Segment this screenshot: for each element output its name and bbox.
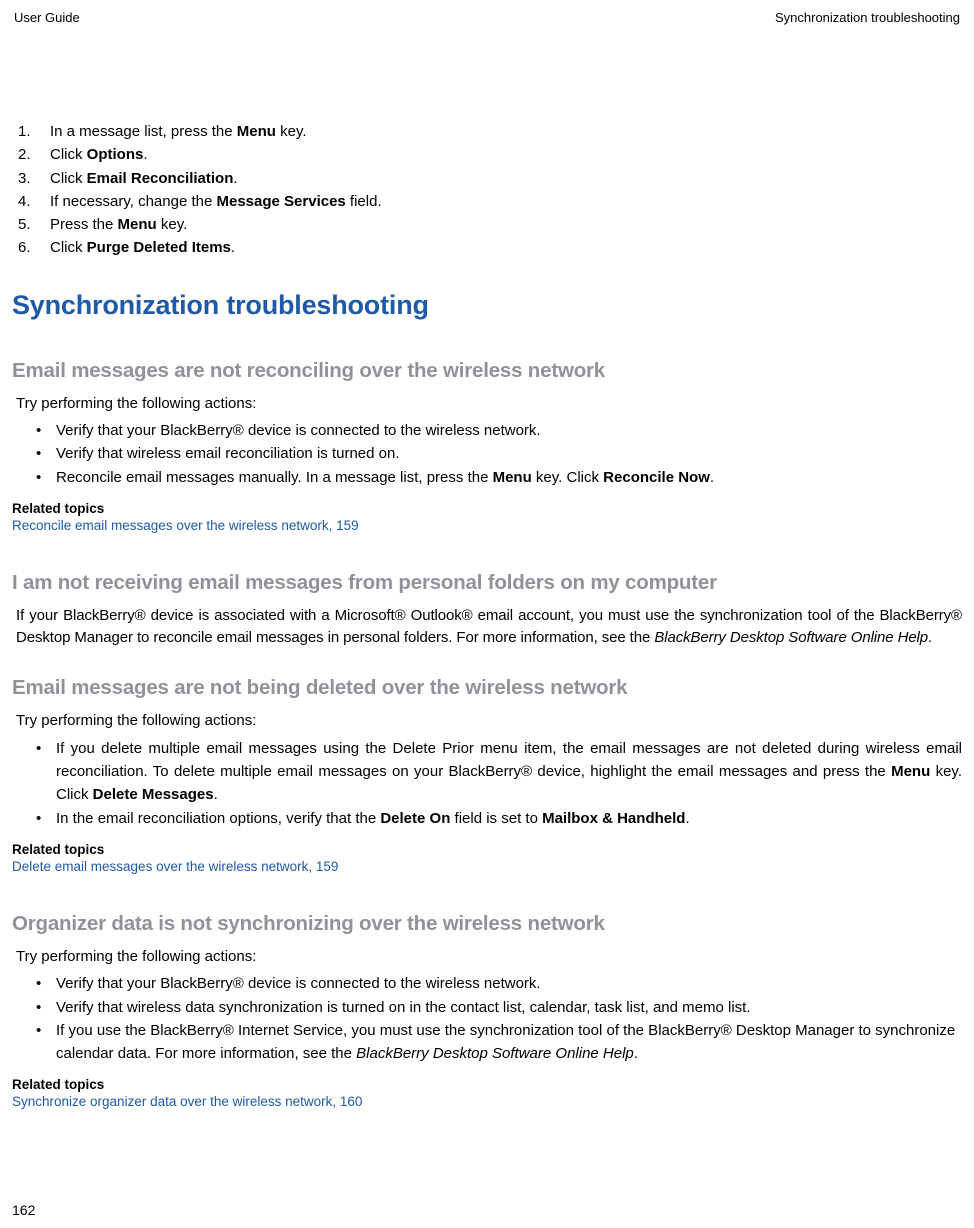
numbered-steps: 1. In a message list, press the Menu key… <box>12 120 962 260</box>
related-topics-label: Related topics <box>12 842 962 857</box>
step-number: 3. <box>18 167 50 190</box>
bullet-icon: • <box>36 419 56 442</box>
step-text: Click Email Reconciliation. <box>50 167 238 190</box>
content-area: 1. In a message list, press the Menu key… <box>12 25 962 1109</box>
bullet-icon: • <box>36 807 56 830</box>
header-left: User Guide <box>14 10 80 25</box>
bullet-text: Verify that your BlackBerry® device is c… <box>56 972 541 995</box>
bullet-icon: • <box>36 442 56 465</box>
page: User Guide Synchronization troubleshooti… <box>0 0 974 1228</box>
step-text: Click Purge Deleted Items. <box>50 236 235 259</box>
section-paragraph: If your BlackBerry® device is associated… <box>16 605 962 649</box>
bullet-text: Reconcile email messages manually. In a … <box>56 466 714 489</box>
subsection-heading: I am not receiving email messages from p… <box>12 571 962 595</box>
list-item: •In the email reconciliation options, ve… <box>16 807 962 830</box>
step-number: 6. <box>18 236 50 259</box>
step-text: Click Options. <box>50 143 148 166</box>
related-topics-label: Related topics <box>12 501 962 516</box>
related-topics-link[interactable]: Delete email messages over the wireless … <box>12 859 962 874</box>
bullet-text: If you use the BlackBerry® Internet Serv… <box>56 1019 962 1066</box>
step-number: 2. <box>18 143 50 166</box>
subsection-heading: Email messages are not reconciling over … <box>12 359 962 383</box>
list-item: •Verify that your BlackBerry® device is … <box>16 419 962 442</box>
list-item: •If you use the BlackBerry® Internet Ser… <box>16 1019 962 1066</box>
bullet-icon: • <box>36 1019 56 1066</box>
list-item: •Verify that wireless data synchronizati… <box>16 996 962 1019</box>
subsection-heading: Email messages are not being deleted ove… <box>12 676 962 700</box>
bullet-list: •Verify that your BlackBerry® device is … <box>16 972 962 1065</box>
step-text: If necessary, change the Message Service… <box>50 190 382 213</box>
list-item: •Verify that wireless email reconciliati… <box>16 442 962 465</box>
intro-text: Try performing the following actions: <box>16 393 962 416</box>
bullet-text: If you delete multiple email messages us… <box>56 737 962 807</box>
step-item: 3. Click Email Reconciliation. <box>18 167 962 190</box>
intro-text: Try performing the following actions: <box>16 710 962 733</box>
bullet-text: Verify that your BlackBerry® device is c… <box>56 419 541 442</box>
bullet-icon: • <box>36 737 56 807</box>
list-item: •Reconcile email messages manually. In a… <box>16 466 962 489</box>
step-item: 1. In a message list, press the Menu key… <box>18 120 962 143</box>
step-number: 5. <box>18 213 50 236</box>
step-item: 4. If necessary, change the Message Serv… <box>18 190 962 213</box>
step-item: 6. Click Purge Deleted Items. <box>18 236 962 259</box>
running-header: User Guide Synchronization troubleshooti… <box>12 10 962 25</box>
bullet-list: •If you delete multiple email messages u… <box>16 737 962 830</box>
bullet-text: Verify that wireless data synchronizatio… <box>56 996 751 1019</box>
list-item: •If you delete multiple email messages u… <box>16 737 962 807</box>
related-topics-link[interactable]: Reconcile email messages over the wirele… <box>12 518 962 533</box>
step-item: 2. Click Options. <box>18 143 962 166</box>
step-item: 5. Press the Menu key. <box>18 213 962 236</box>
header-right: Synchronization troubleshooting <box>775 10 960 25</box>
list-item: •Verify that your BlackBerry® device is … <box>16 972 962 995</box>
subsection-heading: Organizer data is not synchronizing over… <box>12 912 962 936</box>
step-number: 1. <box>18 120 50 143</box>
step-text: In a message list, press the Menu key. <box>50 120 307 143</box>
step-number: 4. <box>18 190 50 213</box>
bullet-icon: • <box>36 972 56 995</box>
intro-text: Try performing the following actions: <box>16 946 962 969</box>
section-heading: Synchronization troubleshooting <box>12 290 962 321</box>
bullet-icon: • <box>36 466 56 489</box>
step-text: Press the Menu key. <box>50 213 187 236</box>
bullet-icon: • <box>36 996 56 1019</box>
related-topics-label: Related topics <box>12 1077 962 1092</box>
related-topics-link[interactable]: Synchronize organizer data over the wire… <box>12 1094 962 1109</box>
bullet-list: •Verify that your BlackBerry® device is … <box>16 419 962 489</box>
bullet-text: Verify that wireless email reconciliatio… <box>56 442 400 465</box>
bullet-text: In the email reconciliation options, ver… <box>56 807 690 830</box>
page-number: 162 <box>12 1202 35 1218</box>
